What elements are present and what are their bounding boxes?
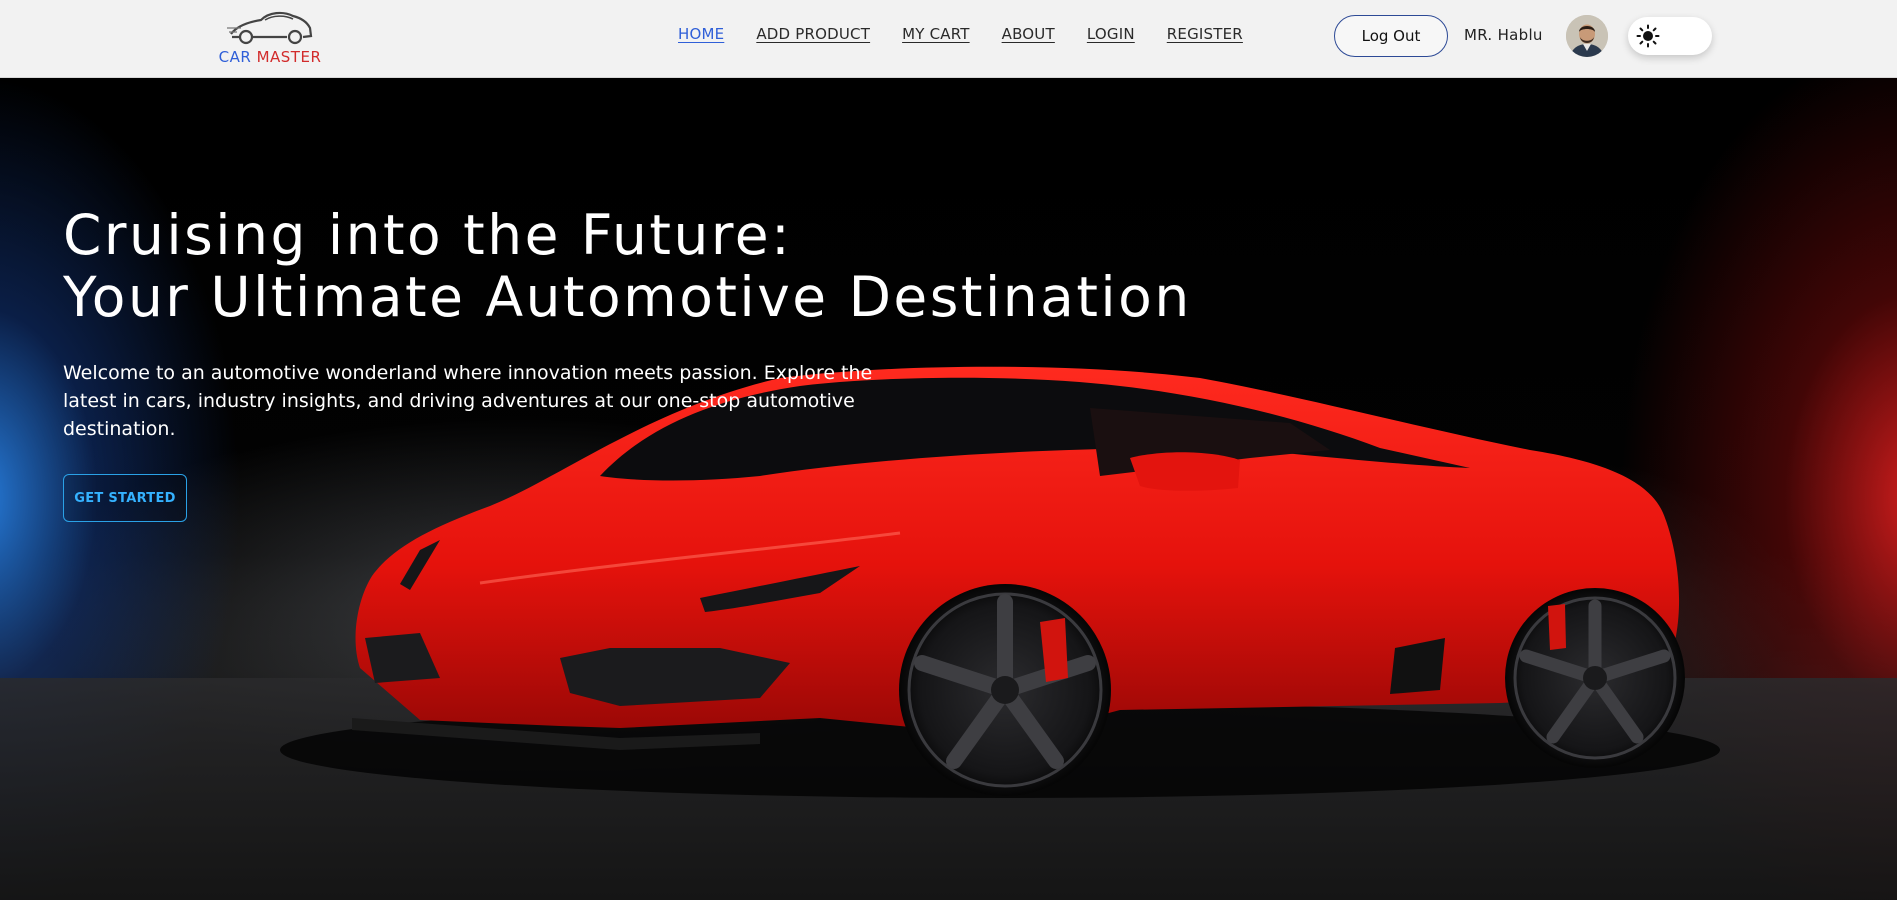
user-avatar-photo — [1566, 15, 1608, 57]
main-nav: HOME ADD PRODUCT MY CART ABOUT LOGIN REG… — [678, 25, 1275, 43]
theme-toggle[interactable] — [1628, 17, 1712, 55]
brand-logo[interactable]: CAR MASTER — [205, 6, 335, 70]
red-sports-car-image — [0, 366, 1897, 900]
hero-title-line1: Cruising into the Future: — [63, 203, 793, 267]
nav-home[interactable]: HOME — [678, 25, 724, 43]
brand-name-part2: MASTER — [256, 48, 322, 66]
sun-icon — [1636, 24, 1660, 48]
user-avatar[interactable] — [1566, 15, 1608, 57]
hero-description: Welcome to an automotive wonderland wher… — [63, 362, 873, 440]
get-started-button[interactable]: GET STARTED — [63, 474, 187, 522]
logout-button[interactable]: Log Out — [1334, 15, 1448, 57]
hero-title: Cruising into the Future: Your Ultimate … — [63, 204, 1192, 328]
navbar: CAR MASTER HOME ADD PRODUCT MY CART ABOU… — [0, 0, 1897, 78]
nav-register[interactable]: REGISTER — [1167, 25, 1243, 43]
nav-add-product[interactable]: ADD PRODUCT — [756, 25, 870, 43]
hero-title-line2: Your Ultimate Automotive Destination — [63, 265, 1192, 329]
car-silhouette-icon — [227, 11, 313, 45]
brand-wordmark: CAR MASTER — [205, 48, 335, 66]
hero-section: Cruising into the Future: Your Ultimate … — [0, 78, 1897, 900]
nav-about[interactable]: ABOUT — [1002, 25, 1055, 43]
nav-my-cart[interactable]: MY CART — [902, 25, 970, 43]
user-name: MR. Hablu — [1464, 26, 1543, 44]
brand-name-part1: CAR — [218, 48, 252, 66]
nav-login[interactable]: LOGIN — [1087, 25, 1135, 43]
